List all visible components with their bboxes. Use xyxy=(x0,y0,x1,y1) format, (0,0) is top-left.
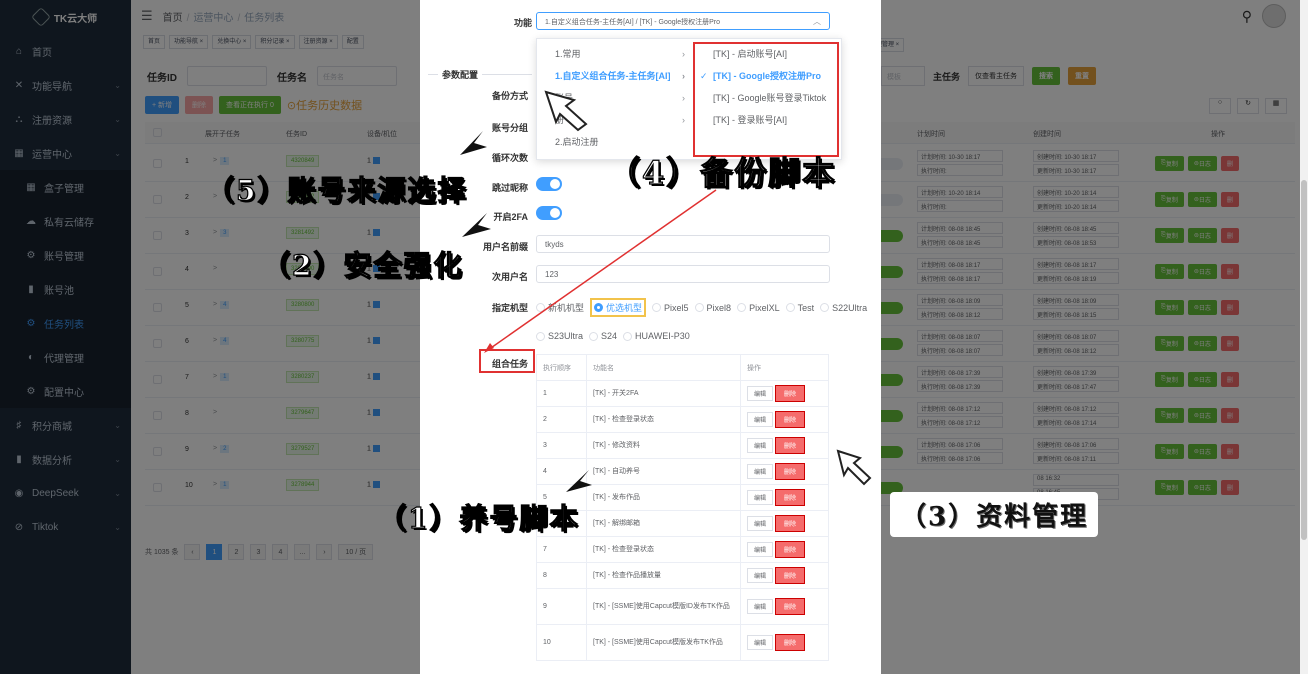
annotation-arrows xyxy=(460,90,872,492)
arrow-to-group-icon xyxy=(460,131,487,155)
cursor-icon xyxy=(544,90,588,132)
annotation-4: （4）备份脚本 xyxy=(607,153,837,192)
annotation-2: （2）安全强化 xyxy=(261,248,464,282)
arrow-to-twofa-icon xyxy=(462,213,491,237)
red-pointer-line xyxy=(487,189,717,351)
arrow-to-task4-icon xyxy=(566,470,592,492)
scrollbar-thumb[interactable] xyxy=(1301,180,1307,540)
page-scrollbar[interactable] xyxy=(1300,0,1308,674)
cursor-icon xyxy=(836,449,872,486)
red-pointer-head xyxy=(484,343,494,353)
annotation-3: （3）资料管理 xyxy=(890,492,1099,537)
annotation-1: （1）养号脚本 xyxy=(377,501,580,535)
annotation-5: （5）账号来源选择 xyxy=(205,173,468,207)
